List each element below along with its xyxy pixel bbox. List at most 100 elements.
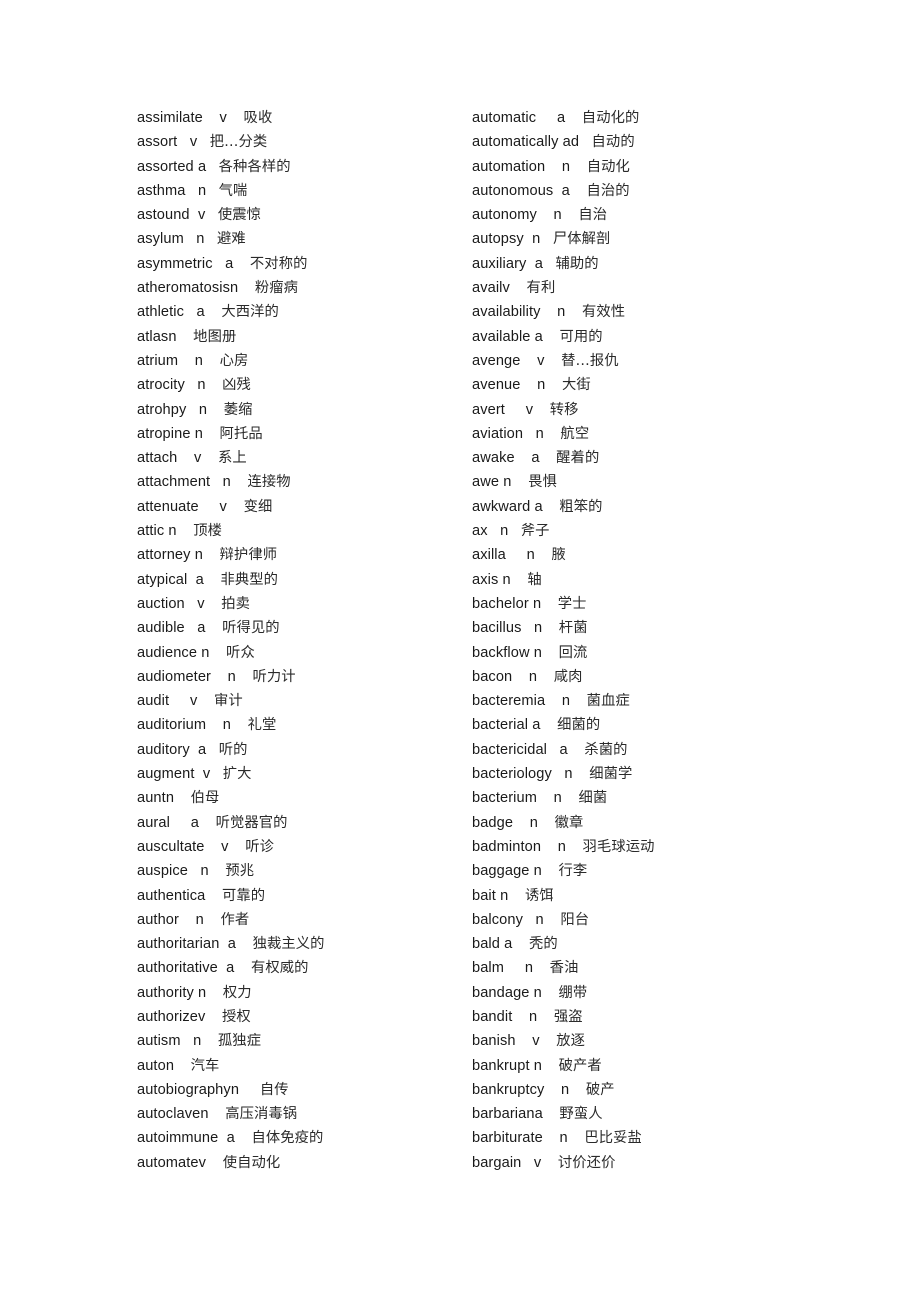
entry-term: avenge xyxy=(472,352,521,369)
entry-gap-pos-meaning xyxy=(227,499,244,515)
entry-gap-pos-meaning xyxy=(209,863,226,879)
entry-gap-pos-meaning xyxy=(542,863,559,879)
glossary-entry: asthma n 气喘 xyxy=(137,179,472,203)
glossary-entry: audiometer n 听力计 xyxy=(137,665,472,689)
glossary-entry: asylum n 避难 xyxy=(137,227,472,251)
entry-gap-pos-meaning xyxy=(203,426,220,442)
glossary-entry: attach v 系上 xyxy=(137,446,472,470)
glossary-entry: avenge v 替…报仇 xyxy=(472,349,807,373)
glossary-entry: bachelor n 学士 xyxy=(472,592,807,616)
entry-gap-pos-meaning xyxy=(540,231,552,247)
glossary-entry: atheromatosisn 粉瘤病 xyxy=(137,276,472,300)
entry-gap-term-pos xyxy=(178,353,195,369)
entry-term: balcony xyxy=(472,911,524,928)
entry-meaning: 自动化 xyxy=(586,158,630,175)
entry-gap-term-pos xyxy=(544,1082,561,1098)
entry-gap-term-pos xyxy=(177,450,194,466)
entry-gap-term-pos xyxy=(515,450,532,466)
entry-gap-pos-meaning xyxy=(204,572,221,588)
entry-gap-pos-meaning xyxy=(227,110,244,126)
entry-term: auction xyxy=(137,595,185,612)
entry-meaning: 听觉器官的 xyxy=(215,814,288,831)
entry-term: atypical xyxy=(137,571,188,588)
entry-term: authoritative xyxy=(137,960,218,977)
entry-part-of-speech: n xyxy=(200,863,209,880)
entry-term: attorney xyxy=(137,547,191,564)
glossary-entry: automation n 自动化 xyxy=(472,155,807,179)
entry-term: auditory xyxy=(137,741,190,758)
entry-term: avenue xyxy=(472,377,521,394)
entry-gap-term-pos xyxy=(526,256,534,272)
entry-gap-pos-meaning xyxy=(235,1130,252,1146)
entry-gap-pos-meaning xyxy=(205,304,222,320)
entry-gap-term-pos xyxy=(185,620,197,636)
entry-gap-term-pos xyxy=(219,936,227,952)
entry-gap-term-pos xyxy=(516,1033,533,1049)
entry-gap-pos-meaning xyxy=(543,256,555,272)
entry-gap-term-pos xyxy=(488,523,500,539)
entry-meaning: 有权威的 xyxy=(250,960,309,977)
entry-gap-pos-meaning xyxy=(174,790,191,806)
entry-meaning: 放逐 xyxy=(556,1033,586,1050)
entry-meaning: 听众 xyxy=(226,644,255,661)
entry-term: bactericidal xyxy=(472,741,548,758)
entry-meaning: 细菌学 xyxy=(589,766,633,783)
entry-gap-term-pos xyxy=(179,912,196,928)
entry-gap-pos-meaning xyxy=(570,159,587,175)
entry-meaning: 有效性 xyxy=(582,304,626,321)
glossary-entry: automatically ad 自动的 xyxy=(472,130,807,154)
entry-part-of-speech: n xyxy=(557,838,566,855)
entry-term: audience xyxy=(137,644,198,661)
glossary-entry: autopsy n 尸体解剖 xyxy=(472,227,807,251)
entry-gap-term-pos xyxy=(169,693,190,709)
glossary-entry: audience n 听众 xyxy=(137,641,472,665)
entry-meaning: 细菌 xyxy=(578,790,608,807)
glossary-entry: auntn 伯母 xyxy=(137,786,472,810)
entry-gap-pos-meaning xyxy=(229,839,246,855)
entry-part-of-speech: n xyxy=(195,911,204,928)
entry-term: bacteriology xyxy=(472,766,552,783)
entry-term: bait xyxy=(472,887,496,904)
entry-meaning: 凶残 xyxy=(222,377,251,394)
entry-part-of-speech: n xyxy=(528,668,538,685)
entry-part-of-speech: a xyxy=(227,936,236,953)
entry-part-of-speech: n xyxy=(197,377,206,394)
entry-gap-term-pos xyxy=(206,717,223,733)
entry-gap-term-pos xyxy=(181,1033,193,1049)
entry-gap-pos-meaning xyxy=(538,815,555,831)
entry-meaning: 萎缩 xyxy=(223,401,253,418)
entry-meaning: 变细 xyxy=(243,498,273,515)
glossary-entry: badminton n 羽毛球运动 xyxy=(472,835,807,859)
entry-gap-pos-meaning xyxy=(568,742,585,758)
entry-part-of-speech: v xyxy=(537,352,545,369)
entry-meaning: 听的 xyxy=(218,741,248,758)
entry-meaning: 野蛮人 xyxy=(559,1106,603,1123)
entry-meaning: 绷带 xyxy=(558,984,588,1001)
entry-part-of-speech: n xyxy=(529,814,538,831)
entry-gap-pos-meaning xyxy=(236,936,253,952)
entry-term: bald xyxy=(472,936,500,953)
entry-term: bandage xyxy=(472,984,530,1001)
glossary-entry: bankruptcy n 破产 xyxy=(472,1078,807,1102)
glossary-entry: bait n 诱饵 xyxy=(472,884,807,908)
entry-part-of-speech: a xyxy=(556,110,566,126)
entry-term: autopsy xyxy=(472,231,524,248)
entry-part-of-speech: n xyxy=(222,717,231,734)
glossary-entry: atrocity n 凶残 xyxy=(137,373,472,397)
entry-term: asthma xyxy=(137,182,186,199)
entry-gap-term-pos xyxy=(218,1130,226,1146)
entry-part-of-speech: n xyxy=(535,425,544,442)
entry-meaning: 作者 xyxy=(220,911,250,928)
entry-meaning: 预兆 xyxy=(225,863,255,880)
entry-gap-term-pos xyxy=(520,377,537,393)
entry-gap-pos-meaning xyxy=(206,159,218,175)
entry-part-of-speech: a xyxy=(196,304,205,321)
entry-meaning: 破产者 xyxy=(558,1057,602,1074)
entry-part-of-speech: a xyxy=(534,328,543,345)
entry-gap-term-pos xyxy=(185,183,197,199)
entry-part-of-speech: n xyxy=(168,523,177,540)
entry-term: autoclave xyxy=(137,1106,201,1123)
entry-gap-pos-meaning xyxy=(234,960,251,976)
entry-gap-term-pos xyxy=(218,960,226,976)
entry-gap-term-pos xyxy=(513,815,530,831)
